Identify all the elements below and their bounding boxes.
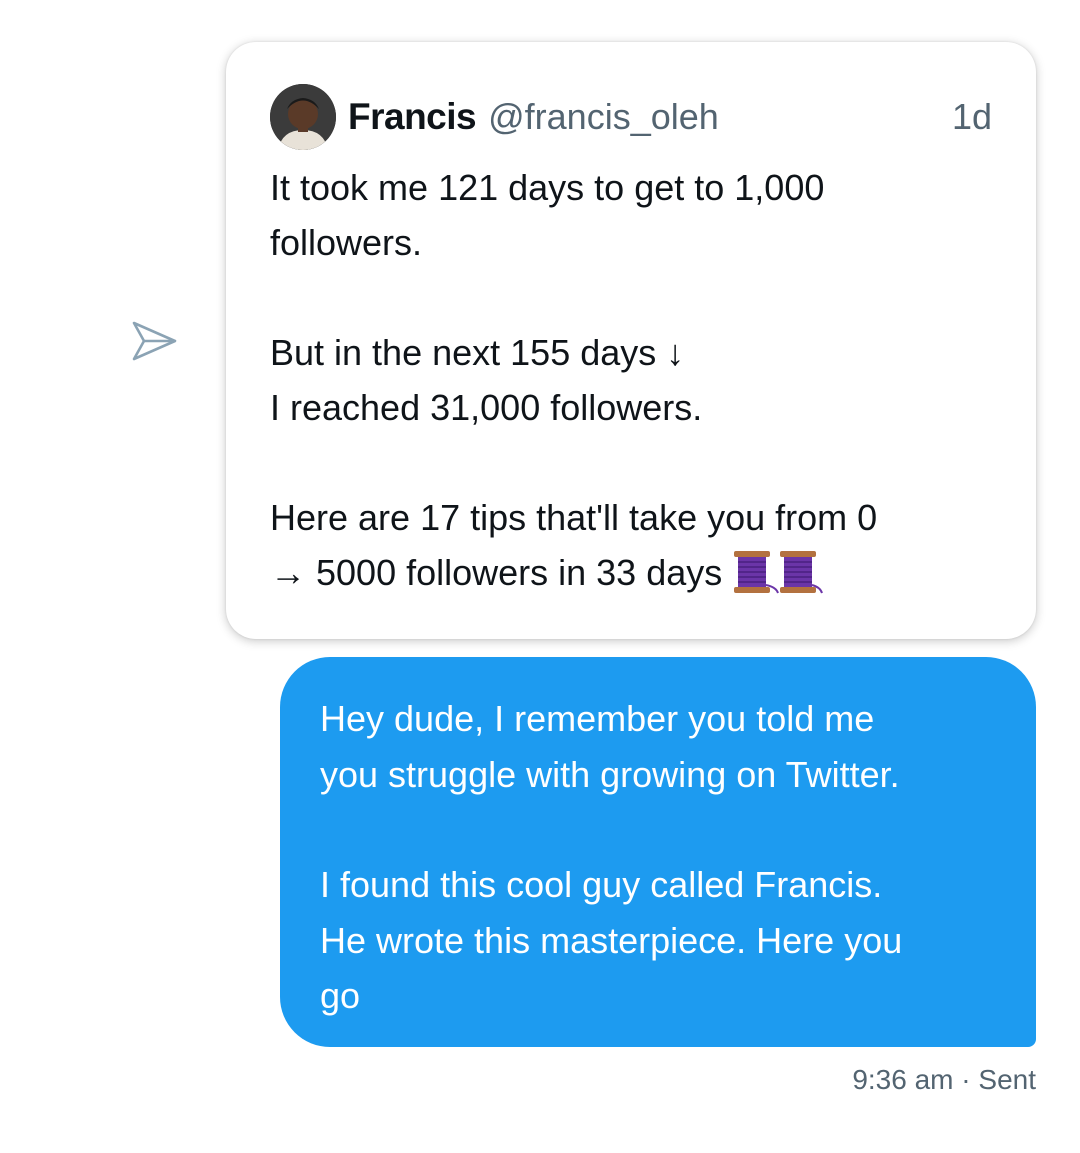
tweet-line-text: → 5000 followers in 33 days: [270, 552, 723, 593]
paragraph-break: [270, 435, 1006, 490]
message-time: 9:36 am: [852, 1064, 954, 1095]
thread-spool-icon: [732, 549, 826, 610]
message-line: you struggle with growing on Twitter.: [320, 753, 900, 795]
author-handle[interactable]: @francis_oleh: [488, 96, 719, 138]
message-line: I found this cool guy called Francis.: [320, 864, 883, 905]
avatar[interactable]: [270, 84, 336, 150]
tweet-line: I reached 31,000 followers.: [270, 387, 703, 428]
tweet-timestamp: 1d: [951, 96, 992, 137]
tweet-line: followers.: [270, 222, 423, 263]
message-line: Hey dude, I remember you told me: [320, 698, 875, 739]
shared-tweet-card[interactable]: Francis @francis_oleh 1d It took me 121 …: [226, 42, 1036, 639]
tweet-line: Here are 17 tips that'll take you from 0: [270, 497, 878, 538]
message-status: 9:36 am · Sent: [852, 1064, 1036, 1096]
tweet-line: It took me 121 days to get to 1,000: [270, 167, 825, 208]
message-line: He wrote this masterpiece. Here you: [320, 919, 903, 961]
paragraph-break: [270, 270, 1006, 325]
tweet-text: It took me 121 days to get to 1,000 foll…: [270, 160, 1006, 610]
dm-conversation: Francis @francis_oleh 1d It took me 121 …: [0, 0, 1080, 1153]
author-name[interactable]: Francis: [348, 96, 477, 138]
message-bubble[interactable]: Hey dude, I remember you told me you str…: [280, 657, 1036, 1047]
tweet-line-last: → 5000 followers in 33 days: [270, 545, 1006, 610]
send-icon[interactable]: [130, 316, 180, 366]
tweet-line: But in the next 155 days ↓: [270, 332, 685, 373]
meta-separator: ·: [961, 1064, 971, 1095]
paragraph-break: [320, 802, 1006, 857]
message-sent-status: Sent: [978, 1064, 1036, 1095]
message-line: go: [320, 975, 361, 1016]
tweet-header: Francis @francis_oleh 1d: [270, 84, 992, 150]
